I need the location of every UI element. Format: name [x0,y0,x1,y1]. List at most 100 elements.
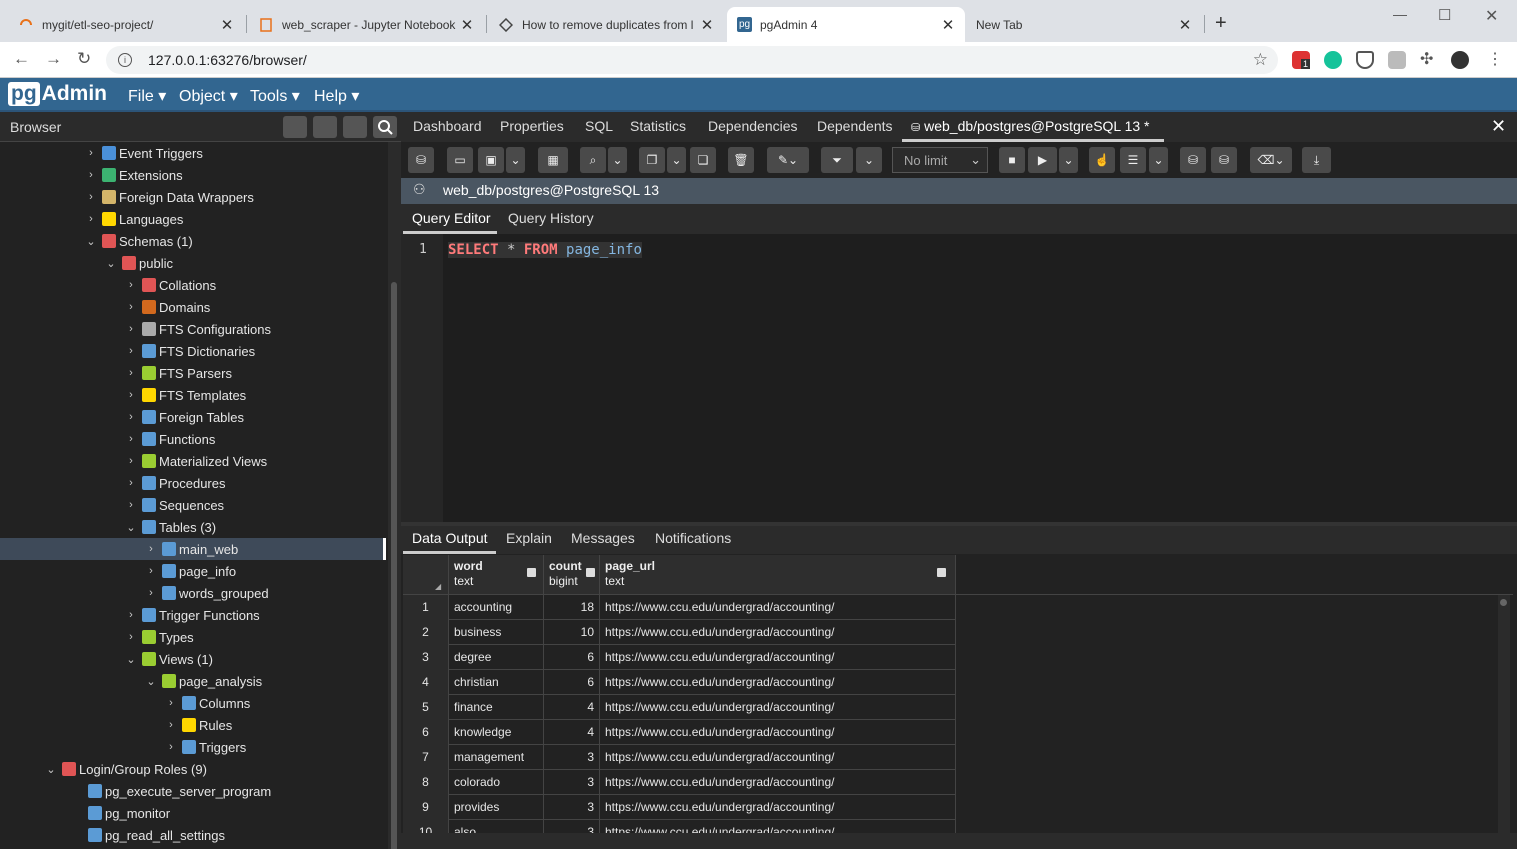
word-cell[interactable]: knowledge [449,720,544,745]
find-dropdown-icon[interactable]: ⌄ [608,147,627,173]
delete-icon[interactable]: 🗑 [728,147,754,173]
row-number-cell[interactable]: 10 [403,820,449,833]
tree-node[interactable]: ⌄ public [0,252,386,274]
tree-node[interactable]: pg_monitor [0,802,386,824]
connection-status-icon[interactable]: ⚇ [413,181,426,198]
chevron-right-icon[interactable]: › [124,609,138,621]
menu-object[interactable]: Object ▾ [179,86,238,106]
chevron-right-icon[interactable]: › [124,345,138,357]
window-close-icon[interactable]: ✕ [1485,6,1498,26]
tree-node[interactable]: › main_web [0,538,386,560]
tree-node[interactable]: › Procedures [0,472,386,494]
chevron-right-icon[interactable]: › [164,741,178,753]
chevron-right-icon[interactable]: › [124,323,138,335]
menu-tools[interactable]: Tools ▾ [250,86,300,106]
chevron-right-icon[interactable]: › [144,543,158,555]
table-row[interactable]: 4 christian 6 https://www.ccu.edu/undergrad… [403,670,956,695]
column-header-count[interactable]: count bigint [544,555,600,595]
row-number-cell[interactable]: 9 [403,795,449,820]
column-header-word[interactable]: word text [449,555,544,595]
tree-node[interactable]: › words_grouped [0,582,386,604]
row-number-cell[interactable]: 8 [403,770,449,795]
close-tab-icon[interactable]: ✕ [1178,16,1192,34]
row-number-cell[interactable]: 5 [403,695,449,720]
tab-dashboard[interactable]: Dashboard [413,118,482,134]
count-cell[interactable]: 18 [544,595,600,620]
page-url-cell[interactable]: https://www.ccu.edu/undergrad/accounting… [600,695,956,720]
tree-node[interactable]: › Triggers [0,736,386,758]
tab-messages[interactable]: Messages [571,530,635,546]
browser-tab-5[interactable]: New Tab ✕ [966,7,1202,42]
chevron-down-icon[interactable]: ⌄ [44,763,58,776]
explain-icon[interactable]: ☝ [1089,147,1115,173]
page-url-cell[interactable]: https://www.ccu.edu/undergrad/accounting… [600,670,956,695]
chevron-right-icon[interactable]: › [124,433,138,445]
tree-node[interactable]: › Extensions [0,164,386,186]
row-number-cell[interactable]: 3 [403,645,449,670]
page-url-cell[interactable]: https://www.ccu.edu/undergrad/accounting… [600,595,956,620]
avatar[interactable] [1451,51,1469,69]
tab-dependencies[interactable]: Dependencies [708,118,798,134]
count-cell[interactable]: 10 [544,620,600,645]
clear-dropdown-icon[interactable]: ⌫⌄ [1250,147,1292,173]
count-cell[interactable]: 3 [544,745,600,770]
word-cell[interactable]: also [449,820,544,833]
reload-icon[interactable]: ↻ [77,49,91,69]
execute-play-icon[interactable]: ▶ [1028,147,1057,173]
tab-query-history[interactable]: Query History [508,210,594,226]
chevron-right-icon[interactable]: › [124,477,138,489]
count-cell[interactable]: 6 [544,670,600,695]
table-row[interactable]: 3 degree 6 https://www.ccu.edu/undergrad/ac… [403,645,956,670]
count-cell[interactable]: 4 [544,720,600,745]
tree-node[interactable]: › Domains [0,296,386,318]
table-row[interactable]: 5 finance 4 https://www.ccu.edu/undergrad/a… [403,695,956,720]
select-all-corner[interactable]: ◢ [403,555,449,595]
commit-icon[interactable]: ⛁ [1180,147,1206,173]
chevron-down-icon[interactable]: ⌄ [144,675,158,688]
menu-file[interactable]: File ▾ [128,86,166,106]
word-cell[interactable]: colorado [449,770,544,795]
column-header-page-url[interactable]: page_url text [600,555,956,595]
url-bar[interactable]: i 127.0.0.1:63276/browser/ ☆ [106,46,1278,74]
tab-notifications[interactable]: Notifications [655,530,731,546]
database-connect-icon[interactable]: ⛁ [408,147,434,173]
tree-node[interactable]: › FTS Configurations [0,318,386,340]
page-url-cell[interactable]: https://www.ccu.edu/undergrad/accounting… [600,770,956,795]
pocket-icon[interactable] [1356,51,1374,69]
word-cell[interactable]: christian [449,670,544,695]
tree-node[interactable]: › Foreign Tables [0,406,386,428]
tree-node[interactable]: ⌄ Tables (3) [0,516,386,538]
count-cell[interactable]: 6 [544,645,600,670]
explain-dropdown-icon[interactable]: ⌄ [1149,147,1168,173]
page-url-cell[interactable]: https://www.ccu.edu/undergrad/accounting… [600,645,956,670]
chevron-down-icon[interactable]: ⌄ [84,235,98,248]
chevron-right-icon[interactable]: › [124,279,138,291]
tab-query-tool[interactable]: ⛁ web_db/postgres@PostgreSQL 13 * [911,118,1150,134]
row-number-cell[interactable]: 1 [403,595,449,620]
tree-node[interactable]: ⌄ Schemas (1) [0,230,386,252]
row-number-cell[interactable]: 7 [403,745,449,770]
tree-node[interactable]: › Rules [0,714,386,736]
tree-node[interactable]: › Trigger Functions [0,604,386,626]
tree-node[interactable]: › FTS Dictionaries [0,340,386,362]
chevron-down-icon[interactable]: ⌄ [124,653,138,666]
forward-arrow-icon[interactable]: → [45,49,62,69]
edit-dropdown-icon[interactable]: ✎⌄ [767,147,809,173]
tree-node[interactable]: › Types [0,626,386,648]
page-url-cell[interactable]: https://www.ccu.edu/undergrad/accounting… [600,720,956,745]
filtered-rows-icon[interactable] [343,116,367,138]
query-tool-icon[interactable] [283,116,307,138]
tab-dependents[interactable]: Dependents [817,118,893,134]
tree-node[interactable]: › Languages [0,208,386,230]
chevron-right-icon[interactable]: › [84,191,98,203]
page-url-cell[interactable]: https://www.ccu.edu/undergrad/accounting… [600,820,956,833]
count-cell[interactable]: 4 [544,695,600,720]
chevron-down-icon[interactable]: ⌄ [104,257,118,270]
browser-tab-4[interactable]: pg pgAdmin 4 ✕ [727,7,965,42]
table-row[interactable]: 10 also 3 https://www.ccu.edu/undergrad/acc… [403,820,956,833]
minimize-icon[interactable]: — [1393,6,1407,22]
count-cell[interactable]: 3 [544,820,600,833]
tree-node[interactable]: pg_read_all_settings [0,824,386,846]
word-cell[interactable]: finance [449,695,544,720]
tab-query-editor[interactable]: Query Editor [412,210,491,226]
